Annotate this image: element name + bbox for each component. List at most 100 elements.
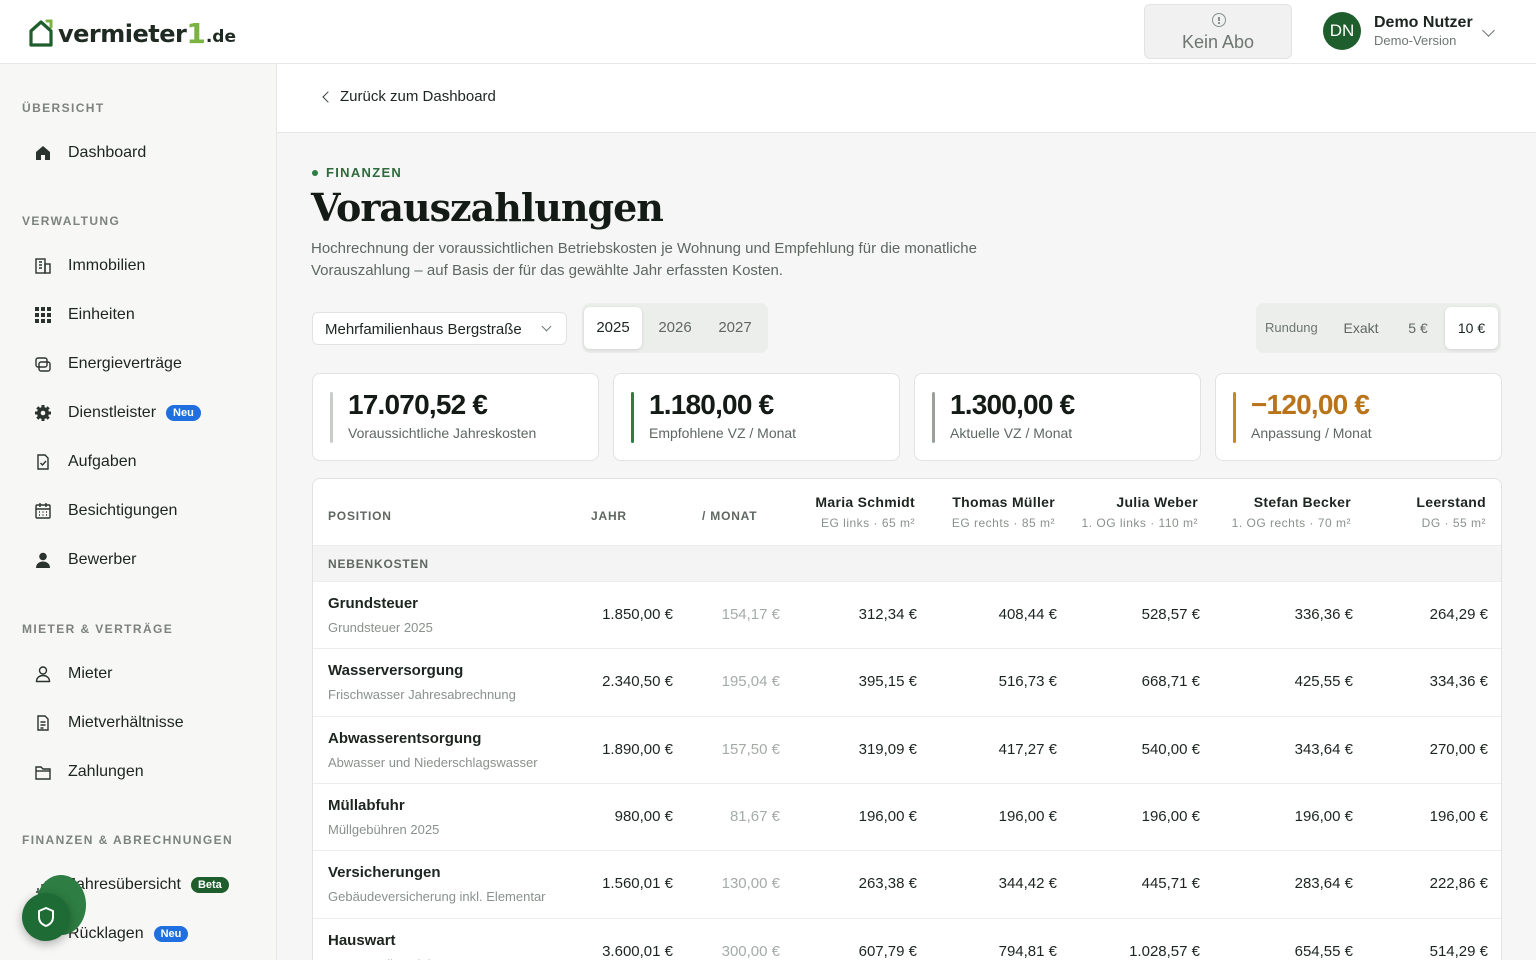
stat-accent <box>631 392 634 443</box>
tenant-unit: DG · 55 m² <box>1421 516 1486 530</box>
brand-logo[interactable]: vermieter 1 .de <box>28 16 236 48</box>
row-tenant-value: 196,00 € <box>1141 807 1200 825</box>
row-tenant-value: 395,15 € <box>858 673 917 691</box>
person-filled-icon <box>32 549 54 571</box>
brand-number: 1 <box>186 17 206 50</box>
sidebar-item-aufgaben[interactable]: Aufgaben <box>32 447 137 477</box>
year-option[interactable]: 2025 <box>584 307 642 349</box>
table-row[interactable]: Versicherungen Gebäudeversicherung inkl. … <box>313 850 1501 917</box>
task-icon <box>32 451 54 473</box>
table-row[interactable]: Hauswart Hauswartdienstleistungen 3.600,01… <box>313 917 1501 960</box>
row-tenant-value: 668,71 € <box>1141 673 1200 691</box>
rounding-option[interactable]: 10 € <box>1445 307 1498 349</box>
sidebar-item-bewerber[interactable]: Bewerber <box>32 545 136 575</box>
stat-accent <box>1233 392 1236 443</box>
table-row[interactable]: Abwasserentsorgung Abwasser und Niedersch… <box>313 715 1501 783</box>
column-header-position: POSITION <box>328 509 392 523</box>
row-tenant-value: 516,73 € <box>998 673 1057 691</box>
sidebar-item-zahlungen[interactable]: Zahlungen <box>32 757 144 787</box>
sidebar-item-label: Mietverhältnisse <box>68 714 184 731</box>
user-menu[interactable]: DN Demo Nutzer Demo-Version <box>1323 12 1473 50</box>
row-tenant-value: 270,00 € <box>1429 740 1488 758</box>
year-switcher: 2025 2026 2027 <box>582 303 768 353</box>
row-year-value: 1.890,00 € <box>602 740 673 758</box>
row-position-detail: Hauswartdienstleistungen <box>328 957 477 960</box>
row-tenant-value: 196,00 € <box>858 807 917 825</box>
stat-caption: Voraussichtliche Jahreskosten <box>348 425 537 441</box>
row-month-value: 154,17 € <box>721 606 780 623</box>
sidebar-item-dashboard[interactable]: Dashboard <box>32 138 146 168</box>
sidebar-item-label: Jahresübersicht <box>68 876 181 893</box>
stat-caption: Aktuelle VZ / Monat <box>950 425 1073 441</box>
column-header-tenant: Thomas Müller EG rechts · 85 m² <box>952 493 1055 531</box>
stat-accent <box>330 392 333 443</box>
page-subtitle: Hochrechnung der voraussichtlichen Betri… <box>311 240 977 279</box>
tenant-name: Julia Weber <box>1116 494 1198 510</box>
section-kicker: FINANZEN <box>326 165 403 180</box>
rounding-option[interactable]: 5 € <box>1394 307 1442 349</box>
table-row[interactable]: Wasserversorgung Frischwasser Jahresabrec… <box>313 648 1501 715</box>
sidebar-item-einheiten[interactable]: Einheiten <box>32 300 135 330</box>
sidebar-item-immobilien[interactable]: Immobilien <box>32 251 145 281</box>
new-badge: Neu <box>166 405 201 421</box>
sidebar-item-label: Zahlungen <box>68 763 144 780</box>
calendar-icon <box>32 500 54 522</box>
row-tenant-value: 336,36 € <box>1294 606 1353 623</box>
brand-tld: .de <box>205 27 237 47</box>
subscription-button[interactable]: Kein Abo <box>1144 4 1292 59</box>
shield-icon <box>38 907 54 927</box>
property-select-value: Mehrfamilienhaus Bergstraße <box>325 321 522 338</box>
row-tenant-value: 334,36 € <box>1429 673 1488 691</box>
sidebar-item-label: Besichtigungen <box>68 502 178 519</box>
sidebar-item-mietverhaeltnisse[interactable]: Mietverhältnisse <box>32 708 184 738</box>
row-position-detail: Frischwasser Jahresabrechnung <box>328 687 516 703</box>
tenant-name: Leerstand <box>1416 494 1486 510</box>
row-year-value: 1.850,00 € <box>602 606 673 623</box>
energy-contract-icon <box>32 353 54 375</box>
back-to-dashboard-link[interactable]: Zurück zum Dashboard <box>340 88 496 105</box>
user-name: Demo Nutzer <box>1374 14 1473 31</box>
top-bar: vermieter 1 .de Kein Abo DN Demo Nutzer … <box>0 0 1536 64</box>
row-month-value: 195,04 € <box>721 673 780 691</box>
column-header-tenant: Maria Schmidt EG links · 65 m² <box>815 493 915 531</box>
sidebar-item-label: Rücklagen <box>68 925 144 942</box>
sidebar-item-label: Einheiten <box>68 306 135 323</box>
row-position-name: Müllabfuhr <box>328 796 405 814</box>
row-tenant-value: 425,55 € <box>1294 673 1353 691</box>
rounding-switcher: Rundung Exakt 5 € 10 € <box>1256 303 1501 353</box>
row-position-name: Versicherungen <box>328 864 441 882</box>
row-tenant-value: 540,00 € <box>1141 740 1200 758</box>
row-position-detail: Grundsteuer 2025 <box>328 620 433 635</box>
row-tenant-value: 417,27 € <box>998 740 1057 758</box>
sidebar-item-mieter[interactable]: Mieter <box>32 659 112 689</box>
row-tenant-value: 312,34 € <box>858 606 917 623</box>
sidebar-item-besichtigungen[interactable]: Besichtigungen <box>32 496 177 526</box>
beta-badge: Beta <box>190 877 229 893</box>
tenant-unit: EG rechts · 85 m² <box>951 516 1055 530</box>
user-subtitle: Demo-Version <box>1374 33 1457 48</box>
row-tenant-value: 1.028,57 € <box>1129 942 1200 960</box>
column-header-month: / MONAT <box>702 509 758 523</box>
property-select[interactable]: Mehrfamilienhaus Bergstraße <box>312 312 567 345</box>
grid-icon <box>32 304 54 326</box>
table-row[interactable]: Grundsteuer Grundsteuer 2025 1.850,00 € 154… <box>313 581 1501 648</box>
house-logo-icon <box>29 19 53 47</box>
info-icon <box>1212 13 1226 27</box>
row-tenant-value: 264,29 € <box>1429 606 1488 623</box>
chevron-down-icon[interactable] <box>1482 24 1495 37</box>
avatar: DN <box>1323 12 1361 50</box>
year-option[interactable]: 2027 <box>706 307 764 349</box>
rounding-option[interactable]: Exakt <box>1332 307 1390 349</box>
sidebar-item-energievertraege[interactable]: Energieverträge <box>32 349 182 379</box>
year-option[interactable]: 2026 <box>646 307 704 349</box>
table-row[interactable]: Müllabfuhr Müllgebühren 2025 980,00 € 81,67… <box>313 782 1501 850</box>
subscription-label: Kein Abo <box>1181 32 1255 52</box>
row-tenant-value: 263,38 € <box>858 875 917 893</box>
privacy-shield-button[interactable] <box>22 893 70 941</box>
row-tenant-value: 222,86 € <box>1429 875 1488 893</box>
tenant-unit: 1. OG links · 110 m² <box>1081 516 1198 530</box>
row-month-value: 130,00 € <box>721 875 780 893</box>
sidebar-item-dienstleister[interactable]: Dienstleister Neu <box>32 398 201 428</box>
column-header-tenant: Stefan Becker 1. OG rechts · 70 m² <box>1232 493 1351 531</box>
new-badge: Neu <box>153 926 189 942</box>
